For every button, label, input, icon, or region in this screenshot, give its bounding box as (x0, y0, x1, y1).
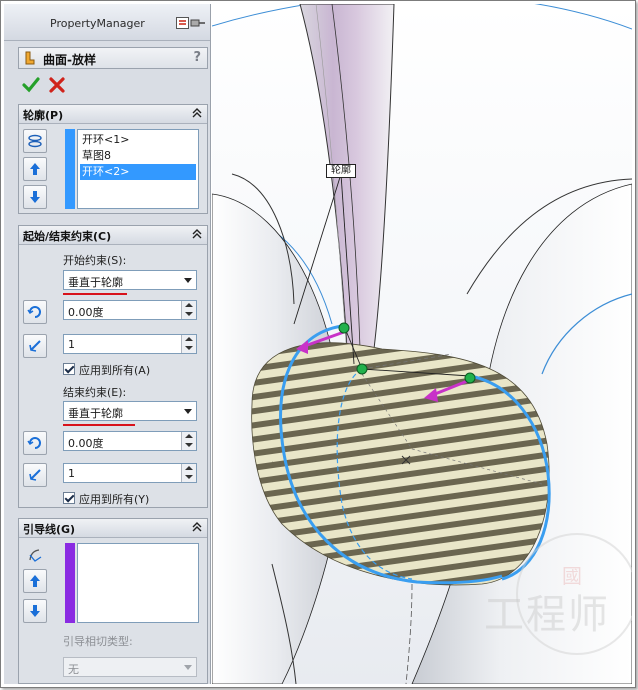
spin-up-icon[interactable] (185, 434, 193, 438)
feature-title: 曲面-放样 (43, 53, 96, 67)
list-item[interactable]: 草图8 (80, 148, 196, 164)
guide-selection-icon[interactable] (23, 543, 47, 567)
constraints-group-title: 起始/结束约束(C) (23, 230, 112, 243)
end-angle-icon[interactable] (23, 431, 47, 455)
collapse-icon[interactable] (191, 107, 203, 119)
move-up-button[interactable] (23, 569, 47, 593)
spin-buttons[interactable] (181, 301, 196, 319)
x-icon (49, 77, 65, 93)
spin-buttons[interactable] (181, 464, 196, 482)
collapse-icon[interactable] (191, 228, 203, 240)
constraints-group: 起始/结束约束(C) 开始约束(S): 垂直于轮廓 0.00度 1 应用到所有(… (18, 225, 208, 508)
end-constraint-label: 结束约束(E): (63, 386, 127, 399)
property-manager-titlebar: PropertyManager (4, 4, 210, 41)
end-apply-all-checkbox[interactable] (63, 492, 75, 504)
spin-down-icon[interactable] (185, 346, 193, 350)
end-angle-field[interactable]: 0.00度 (63, 431, 197, 451)
ok-button[interactable] (22, 76, 40, 94)
guide-tangency-label: 引导相切类型: (63, 635, 133, 648)
profile-selection-icon[interactable] (23, 129, 47, 153)
start-length-value: 1 (68, 338, 75, 351)
end-angle-value: 0.00度 (68, 437, 104, 450)
spin-up-icon[interactable] (185, 337, 193, 341)
loft-surface-icon (25, 51, 35, 65)
start-length-icon[interactable] (23, 334, 47, 358)
arrow-up-icon (30, 575, 40, 587)
spin-buttons[interactable] (181, 335, 196, 353)
profile-group-title: 轮廓(P) (23, 109, 64, 122)
chevron-down-icon (184, 665, 192, 670)
constraints-group-header[interactable]: 起始/结束约束(C) (19, 226, 207, 245)
profile-group: 轮廓(P) 开环<1> 草图8 开环<2> (18, 104, 208, 214)
start-constraint-select[interactable]: 垂直于轮廓 (63, 270, 197, 290)
move-down-button[interactable] (23, 185, 47, 209)
start-angle-icon[interactable] (23, 300, 47, 324)
spin-down-icon[interactable] (185, 312, 193, 316)
profile-callout[interactable]: 轮廓 (326, 164, 356, 178)
guide-tangency-select[interactable]: 无 (63, 657, 197, 677)
spin-buttons[interactable] (181, 432, 196, 450)
pin-icon[interactable] (176, 17, 206, 29)
list-item-selected[interactable]: 开环<2> (80, 164, 196, 180)
guide-curves-group: 引导线(G) 引导相切类型: 无 (18, 518, 208, 684)
profile-listbox[interactable]: 开环<1> 草图8 开环<2> (77, 129, 199, 209)
guide-color-strip (65, 543, 75, 623)
profile-color-strip (65, 129, 75, 209)
cancel-button[interactable] (48, 76, 66, 94)
help-icon[interactable]: ? (193, 50, 201, 65)
start-apply-all-label: 应用到所有(A) (79, 364, 151, 377)
end-length-value: 1 (68, 467, 75, 480)
start-length-field[interactable]: 1 (63, 334, 197, 354)
guide-group-title: 引导线(G) (23, 523, 76, 536)
property-manager-title: PropertyManager (50, 17, 145, 30)
feature-header: 曲面-放样 ? (18, 47, 208, 69)
chevron-down-icon (184, 278, 192, 283)
arrow-down-icon (30, 191, 40, 203)
check-icon (22, 77, 40, 93)
start-constraint-value: 垂直于轮廓 (68, 276, 123, 289)
end-constraint-select[interactable]: 垂直于轮廓 (63, 401, 197, 421)
move-up-button[interactable] (23, 157, 47, 181)
end-length-icon[interactable] (23, 463, 47, 487)
spin-down-icon[interactable] (185, 475, 193, 479)
guide-tangency-value: 无 (68, 663, 79, 676)
start-angle-value: 0.00度 (68, 306, 104, 319)
spin-up-icon[interactable] (185, 303, 193, 307)
list-item[interactable]: 开环<1> (80, 132, 196, 148)
graphics-viewport[interactable]: 轮廓 國 工程师 (212, 4, 632, 684)
end-constraint-value: 垂直于轮廓 (68, 407, 123, 420)
end-length-field[interactable]: 1 (63, 463, 197, 483)
profile-group-header[interactable]: 轮廓(P) (19, 105, 207, 124)
chevron-down-icon (184, 409, 192, 414)
spin-down-icon[interactable] (185, 443, 193, 447)
watermark-text: 工程师 (484, 592, 610, 638)
collapse-icon[interactable] (191, 521, 203, 533)
property-manager-panel: PropertyManager 曲面-放样 ? 轮廓(P) 开环<1> 草图8 … (4, 4, 211, 684)
annotation-underline (63, 424, 135, 426)
guide-group-header[interactable]: 引导线(G) (19, 519, 207, 538)
annotation-underline (63, 293, 127, 295)
end-apply-all-label: 应用到所有(Y) (79, 493, 150, 506)
guide-curves-listbox[interactable] (77, 543, 199, 623)
start-apply-all-checkbox[interactable] (63, 363, 75, 375)
arrow-down-icon (30, 605, 40, 617)
move-down-button[interactable] (23, 599, 47, 623)
start-constraint-label: 开始约束(S): (63, 254, 127, 267)
arrow-up-icon (30, 163, 40, 175)
start-angle-field[interactable]: 0.00度 (63, 300, 197, 320)
spin-up-icon[interactable] (185, 466, 193, 470)
